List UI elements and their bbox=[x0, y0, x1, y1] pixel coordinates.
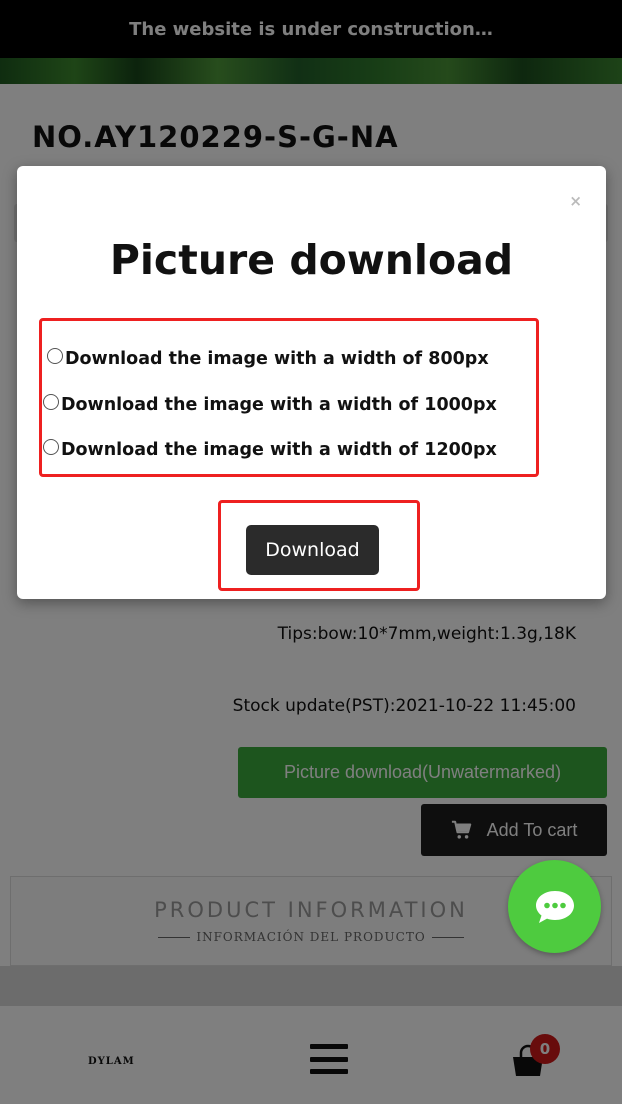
close-icon[interactable]: × bbox=[569, 192, 582, 210]
option-800px[interactable]: Download the image with a width of 800px bbox=[47, 348, 489, 369]
option-1000px-label: Download the image with a width of 1000p… bbox=[61, 395, 497, 415]
picture-download-modal: × Picture download Download the image wi… bbox=[17, 166, 606, 599]
chat-icon bbox=[535, 890, 574, 923]
radio-1000px[interactable] bbox=[43, 394, 59, 410]
modal-title: Picture download bbox=[109, 236, 514, 284]
radio-800px[interactable] bbox=[47, 348, 63, 364]
radio-1200px[interactable] bbox=[43, 439, 59, 455]
option-800px-label: Download the image with a width of 800px bbox=[65, 349, 489, 369]
option-1000px[interactable]: Download the image with a width of 1000p… bbox=[43, 394, 497, 415]
size-options-group: Download the image with a width of 800px… bbox=[39, 318, 539, 477]
download-button-highlight: Download bbox=[218, 500, 420, 591]
option-1200px-label: Download the image with a width of 1200p… bbox=[61, 440, 497, 460]
download-button[interactable]: Download bbox=[246, 525, 379, 575]
chat-button[interactable] bbox=[508, 860, 601, 953]
option-1200px[interactable]: Download the image with a width of 1200p… bbox=[43, 439, 497, 460]
